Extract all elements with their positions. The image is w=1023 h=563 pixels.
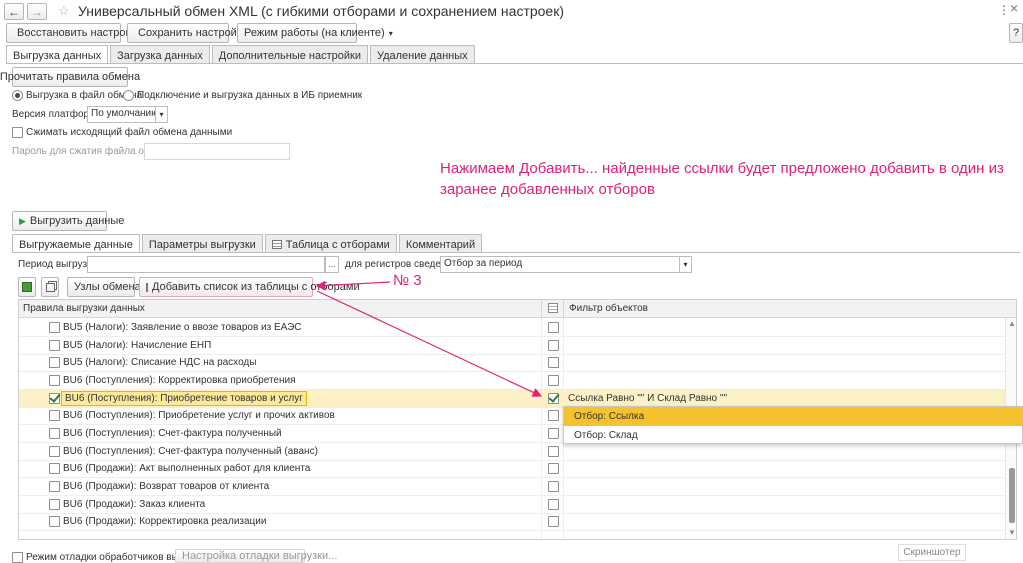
screenshot-tool-button[interactable]: Скриншотер xyxy=(898,544,966,561)
debug-settings-label: Настройка отладки выгрузки... xyxy=(182,550,338,562)
annotation-arrows xyxy=(315,280,543,397)
screenshot-label: Скриншотер xyxy=(903,547,961,558)
debug-checkbox[interactable] xyxy=(12,552,23,563)
annotation-arrow-to-button xyxy=(315,280,391,291)
annotation-arrow-to-filter xyxy=(316,290,543,397)
